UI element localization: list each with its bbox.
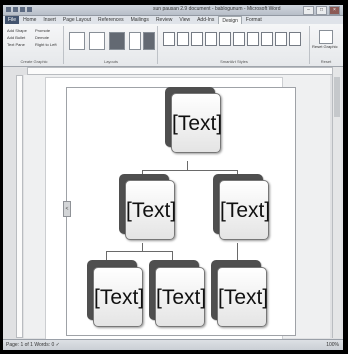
ribbon-tabs: File Home Insert Page Layout References … [3,16,343,24]
layout-option-2[interactable] [89,32,105,50]
vertical-ruler[interactable] [16,75,23,338]
zoom-level[interactable]: 100% [326,342,339,348]
style-option-2[interactable] [177,32,189,46]
minimize-button[interactable]: – [303,6,314,15]
horizontal-ruler[interactable] [27,67,333,75]
close-button[interactable]: × [329,6,340,15]
connector-line [106,251,172,252]
layouts-label: Layouts [103,59,118,64]
node-text[interactable]: [Text] [94,286,144,310]
style-option-6[interactable] [233,32,245,46]
redo-icon[interactable] [27,7,32,12]
smartart-node[interactable]: [Text] [171,93,222,153]
reset-graphic-icon[interactable] [319,30,333,44]
promote-button[interactable]: Promote [35,28,50,33]
tab-references[interactable]: References [95,16,127,24]
text-pane-toggle[interactable]: < [63,201,71,217]
vertical-scrollbar[interactable] [332,67,341,338]
node-text[interactable]: [Text] [126,199,176,223]
tab-insert[interactable]: Insert [40,16,59,24]
window-controls: – □ × [303,6,340,15]
word-logo-icon [6,7,11,12]
smartart-styles-group: SmartArt Styles [159,26,310,64]
style-option-9[interactable] [275,32,287,46]
tab-format[interactable]: Format [243,16,265,24]
status-bar: Page: 1 of 1 Words: 0 ✓ 100% [3,339,343,350]
status-page-words[interactable]: Page: 1 of 1 Words: 0 ✓ [6,342,60,348]
add-bullet-button[interactable]: Add Bullet [7,35,25,40]
word-window: sun pausan 2.9 document - bablogunum - M… [3,5,343,350]
undo-icon[interactable] [20,7,25,12]
demote-button[interactable]: Demote [35,35,49,40]
smartart-node[interactable]: [Text] [219,180,270,240]
tab-review[interactable]: Review [153,16,175,24]
layout-option-1[interactable] [69,32,85,50]
tab-page-layout[interactable]: Page Layout [60,16,94,24]
smartart-node[interactable]: [Text] [93,267,144,327]
right-to-left-button[interactable]: Right to Left [35,42,57,47]
smartart-node[interactable]: [Text] [125,180,176,240]
add-shape-button[interactable]: Add Shape [7,28,27,33]
scrollbar-thumb[interactable] [334,77,340,117]
smartart-styles-label: SmartArt Styles [220,59,248,64]
save-icon[interactable] [13,7,18,12]
connector-line [142,243,143,251]
create-graphic-label: Create Graphic [20,59,48,64]
tab-mailings[interactable]: Mailings [128,16,152,24]
layout-more-button[interactable] [143,32,155,50]
text-pane-button[interactable]: Text Pane [7,42,25,47]
connector-line [187,161,188,170]
reset-group: Reset Graphic Reset [311,26,341,64]
style-option-4[interactable] [205,32,217,46]
reset-graphic-button[interactable]: Reset Graphic [312,44,338,49]
node-text[interactable]: [Text] [220,199,270,223]
title-bar: sun pausan 2.9 document - bablogunum - M… [3,5,343,16]
style-option-8[interactable] [261,32,273,46]
create-graphic-group: Add Shape Add Bullet Text Pane Promote D… [5,26,64,64]
tab-design[interactable]: Design [218,16,242,24]
style-option-7[interactable] [247,32,259,46]
quick-access-toolbar [6,7,32,12]
tab-view[interactable]: View [176,16,193,24]
maximize-button[interactable]: □ [316,6,327,15]
connector-line [142,170,237,171]
style-option-10[interactable] [289,32,301,46]
node-text[interactable]: [Text] [172,112,222,136]
node-text[interactable]: [Text] [218,286,268,310]
node-text[interactable]: [Text] [156,286,206,310]
style-option-3[interactable] [191,32,203,46]
layout-option-3[interactable] [109,32,125,50]
window-title: sun pausan 2.9 document - bablogunum - M… [153,6,281,12]
reset-label: Reset [320,59,332,64]
connector-line [237,243,238,261]
tab-file[interactable]: File [5,16,20,24]
tab-home[interactable]: Home [20,16,39,24]
layout-option-4[interactable] [129,32,141,50]
smartart-node[interactable]: [Text] [217,267,268,327]
layouts-group: Layouts [65,26,158,64]
tab-add-ins[interactable]: Add-Ins [194,16,217,24]
style-option-5[interactable] [219,32,231,46]
style-option-1[interactable] [163,32,175,46]
ribbon: Add Shape Add Bullet Text Pane Promote D… [3,24,343,67]
smartart-node[interactable]: [Text] [155,267,206,327]
